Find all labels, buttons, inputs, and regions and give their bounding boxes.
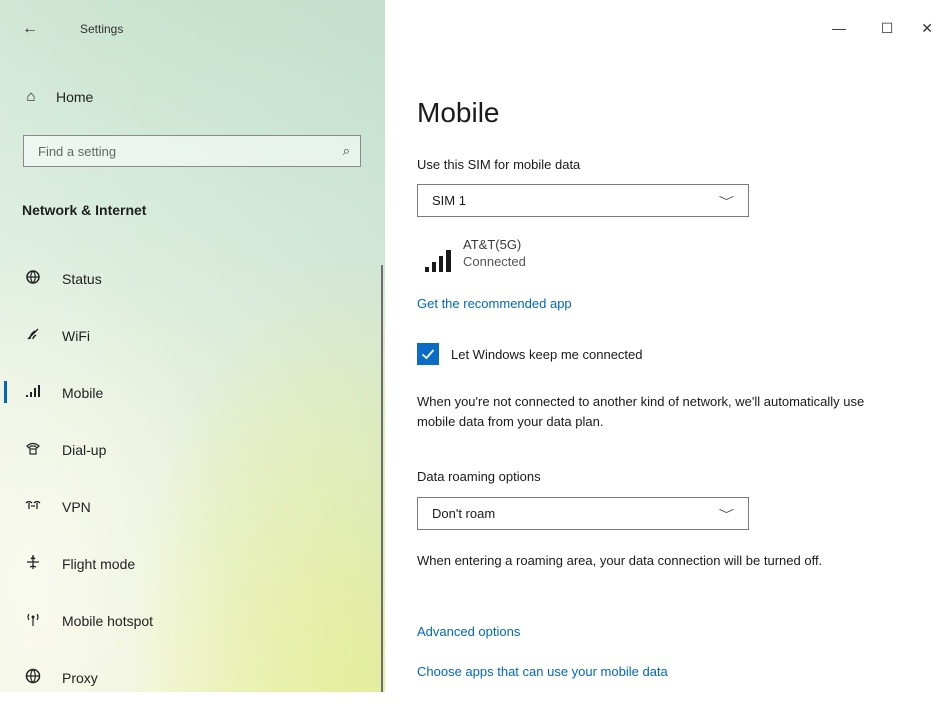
sim-select[interactable]: SIM 1 ﹀ (417, 184, 749, 217)
roaming-description: When entering a roaming area, your data … (417, 553, 823, 568)
search-box[interactable]: ⌕ (23, 135, 361, 167)
chevron-down-icon: ﹀ (718, 195, 735, 208)
sidebar-item-mobile[interactable]: Mobile (0, 364, 380, 421)
home-icon: ⌂ (26, 88, 36, 105)
roaming-label: Data roaming options (417, 469, 541, 484)
globe-icon (24, 269, 42, 288)
sidebar-item-wifi[interactable]: WiFi (0, 307, 380, 364)
page-title: Mobile (417, 96, 500, 128)
search-icon[interactable]: ⌕ (343, 143, 350, 159)
checkmark-icon (421, 349, 435, 360)
advanced-options-link[interactable]: Advanced options (417, 624, 520, 639)
hotspot-icon (24, 611, 42, 630)
phone-icon (24, 440, 42, 459)
keep-connected-description: When you're not connected to another kin… (417, 394, 865, 429)
carrier-status: Connected (463, 254, 526, 269)
section-heading: Network & Internet (22, 202, 147, 218)
chevron-down-icon: ﹀ (718, 508, 735, 521)
sim-label: Use this SIM for mobile data (417, 157, 581, 172)
sidebar-item-label: Flight mode (62, 555, 136, 572)
sim-selected-value: SIM 1 (432, 193, 466, 208)
wifi-icon (24, 326, 42, 345)
sidebar-item-label: Mobile hotspot (62, 612, 154, 629)
back-arrow-icon[interactable]: ← (22, 20, 38, 38)
proxy-globe-icon (24, 668, 42, 687)
sidebar-item-label: Dial-up (62, 441, 107, 458)
settings-sidebar: ← Settings ⌂ Home ⌕ Network & Internet S… (0, 0, 385, 692)
keep-connected-label: Let Windows keep me connected (451, 346, 643, 362)
search-input[interactable] (36, 142, 310, 160)
keep-connected-checkbox[interactable] (417, 343, 439, 365)
signal-strength-icon (417, 236, 459, 276)
sidebar-item-label: WiFi (62, 327, 90, 344)
window-title: Settings (80, 22, 124, 36)
sidebar-item-mobile-hotspot[interactable]: Mobile hotspot (0, 592, 380, 649)
home-nav-item[interactable]: ⌂ Home (22, 88, 93, 105)
sidebar-scrollbar[interactable] (381, 265, 383, 692)
sidebar-item-label: Proxy (62, 669, 98, 686)
sidebar-nav: Status WiFi Mobile Dial-up VPN Flight mo… (0, 250, 380, 706)
sidebar-item-flight-mode[interactable]: Flight mode (0, 535, 380, 592)
cellular-icon (24, 383, 42, 402)
airplane-icon (24, 554, 42, 573)
roaming-selected-value: Don't roam (432, 506, 496, 521)
home-label: Home (56, 88, 94, 105)
recommended-app-link[interactable]: Get the recommended app (417, 296, 572, 311)
vpn-icon (24, 497, 42, 516)
sidebar-item-label: VPN (62, 498, 91, 515)
choose-apps-link[interactable]: Choose apps that can use your mobile dat… (417, 664, 668, 679)
roaming-select[interactable]: Don't roam ﹀ (417, 497, 749, 530)
sidebar-item-proxy[interactable]: Proxy (0, 649, 380, 706)
carrier-info: AT&T(5G) Connected (417, 236, 526, 276)
sidebar-item-dialup[interactable]: Dial-up (0, 421, 380, 478)
sidebar-item-vpn[interactable]: VPN (0, 478, 380, 535)
keep-connected-checkbox-row[interactable]: Let Windows keep me connected (417, 343, 643, 365)
sidebar-item-label: Status (62, 270, 102, 287)
sidebar-item-status[interactable]: Status (0, 250, 380, 307)
main-content: Mobile Use this SIM for mobile data SIM … (417, 0, 933, 692)
sidebar-item-label: Mobile (62, 384, 104, 401)
carrier-name: AT&T(5G) (463, 237, 522, 252)
